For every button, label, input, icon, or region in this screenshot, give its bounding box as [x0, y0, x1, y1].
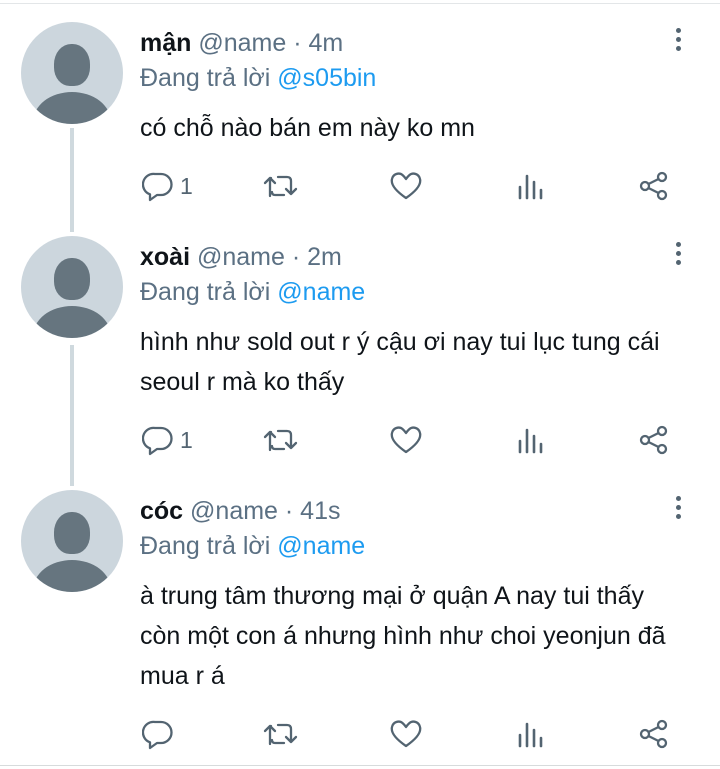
retweet-icon: [263, 175, 298, 198]
like-button[interactable]: [389, 716, 429, 752]
action-bar: 1: [0, 168, 720, 204]
replying-to-handle[interactable]: @s05bin: [277, 64, 376, 92]
action-bar: [0, 716, 720, 752]
share-button[interactable]: [638, 716, 670, 752]
display-name[interactable]: cóc: [140, 497, 183, 525]
replying-to: Đang trả lời @name: [140, 277, 365, 307]
retweet-icon: [263, 429, 298, 452]
tweet[interactable]: mận @name · 4m Đang trả lời @s05bin có c…: [0, 0, 720, 240]
more-vertical-icon[interactable]: [668, 496, 688, 526]
retweet-button[interactable]: [263, 168, 305, 204]
share-icon: [639, 171, 668, 201]
replying-to-handle[interactable]: @name: [277, 278, 365, 306]
share-icon: [639, 425, 668, 455]
avatar-head-shape: [54, 44, 90, 86]
bottom-divider: [0, 765, 720, 766]
avatar-body-shape: [33, 560, 111, 592]
tweet-text: à trung tâm thương mại ở quận A nay tui …: [140, 582, 666, 690]
tweet-text: hình như sold out r ý cậu ơi nay tui lục…: [140, 328, 660, 396]
tweet[interactable]: xoài @name · 2m Đang trả lời @name hình …: [0, 236, 720, 486]
views-button[interactable]: [516, 168, 546, 204]
replying-to-label: Đang trả lời: [140, 64, 278, 92]
replying-to-label: Đang trả lời: [140, 532, 278, 560]
avatar-head-shape: [54, 258, 90, 300]
share-button[interactable]: [638, 168, 670, 204]
handle-and-time: @name · 41s: [190, 497, 341, 525]
avatar-body-shape: [33, 306, 111, 338]
reply-count: 1: [180, 172, 193, 199]
more-vertical-icon[interactable]: [668, 28, 688, 58]
tweet-header: mận @name · 4m: [140, 28, 343, 58]
analytics-icon: [518, 174, 543, 200]
retweet-icon: [263, 723, 298, 746]
retweet-button[interactable]: [263, 422, 305, 458]
avatar-body-shape: [33, 92, 111, 124]
replying-to: Đang trả lời @s05bin: [140, 63, 376, 93]
action-bar: 1: [0, 422, 720, 458]
display-name[interactable]: xoài: [140, 243, 190, 271]
handle-and-time: @name · 4m: [198, 29, 344, 57]
more-vertical-icon[interactable]: [668, 242, 688, 272]
share-button[interactable]: [638, 422, 670, 458]
tweet-header: cóc @name · 41s: [140, 496, 341, 526]
reply-button[interactable]: [142, 716, 180, 752]
replying-to: Đang trả lời @name: [140, 531, 365, 561]
share-icon: [639, 719, 668, 749]
heart-icon: [390, 720, 422, 748]
avatar[interactable]: [21, 22, 123, 124]
heart-icon: [390, 172, 422, 200]
avatar[interactable]: [21, 236, 123, 338]
tweet[interactable]: cóc @name · 41s Đang trả lời @name à tru…: [0, 486, 720, 765]
tweet-header: xoài @name · 2m: [140, 242, 342, 272]
reply-button[interactable]: 1: [142, 422, 193, 458]
tweet-text: có chỗ nào bán em này ko mn: [140, 114, 475, 142]
views-button[interactable]: [516, 716, 546, 752]
display-name[interactable]: mận: [140, 29, 191, 57]
reply-icon: [142, 172, 173, 202]
views-button[interactable]: [516, 422, 546, 458]
replying-to-label: Đang trả lời: [140, 278, 278, 306]
like-button[interactable]: [389, 422, 429, 458]
reply-button[interactable]: 1: [142, 168, 193, 204]
retweet-button[interactable]: [263, 716, 305, 752]
reply-icon: [142, 720, 173, 750]
avatar[interactable]: [21, 490, 123, 592]
like-button[interactable]: [389, 168, 429, 204]
handle-and-time: @name · 2m: [196, 243, 342, 271]
heart-icon: [390, 426, 422, 454]
reply-count: 1: [180, 426, 193, 453]
avatar-head-shape: [54, 512, 90, 554]
replying-to-handle[interactable]: @name: [277, 532, 365, 560]
reply-icon: [142, 426, 173, 456]
analytics-icon: [518, 722, 543, 748]
analytics-icon: [518, 428, 543, 454]
